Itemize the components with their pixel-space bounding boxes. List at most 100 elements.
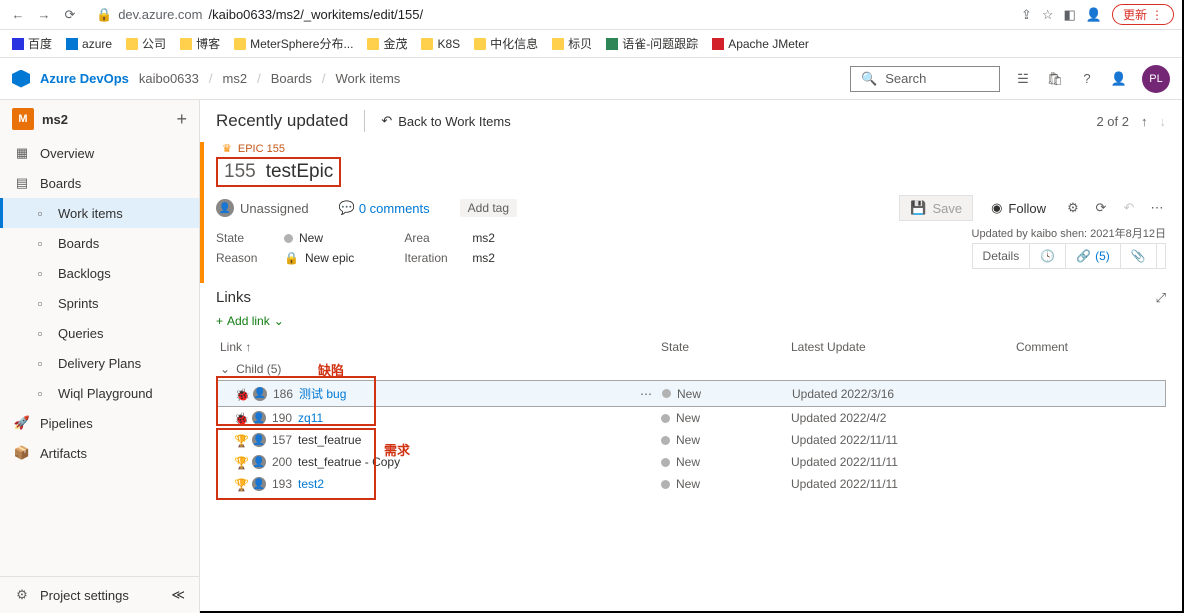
more-icon[interactable]: ⋯ [1148,199,1166,217]
share-icon[interactable]: ⇪ [1021,7,1032,23]
next-item-icon[interactable]: ↓ [1160,114,1167,129]
iteration-value[interactable]: ms2 [472,251,495,265]
chevron-down-icon: ⌄ [274,314,284,328]
updated-by: Updated by kaibo shen: 2021年8月12日 [972,225,1166,241]
avatar[interactable]: PL [1142,65,1170,93]
gear-icon[interactable]: ⚙ [1064,199,1082,217]
crumb-org[interactable]: kaibo0633 [139,71,199,86]
sidebar-item[interactable]: ▫Boards [0,228,199,258]
rocket-icon: 🚀 [14,415,30,431]
tab-details[interactable]: Details [973,244,1031,268]
product-name[interactable]: Azure DevOps [40,71,129,86]
bookmark-item[interactable]: 标贝 [552,35,592,52]
work-item-type: EPIC 155 [238,143,285,155]
bookmark-item[interactable]: Apache JMeter [712,37,809,51]
crown-icon: ♛ [222,142,232,155]
work-item-title: testEpic [266,161,334,183]
link-row[interactable]: 🏆👤157test_featrueNewUpdated 2022/11/11 [216,429,1166,451]
sidebar-item[interactable]: ▫Work items [0,198,199,228]
eye-icon: ◉ [991,200,1002,216]
project-badge: M [12,108,34,130]
ado-logo-icon[interactable] [12,70,30,88]
sidebar-item[interactable]: 🚀Pipelines [0,408,199,438]
reload-icon[interactable]: ⟳ [60,7,80,23]
sidebar-item[interactable]: 📦Artifacts [0,438,199,468]
collapse-icon[interactable]: ≪ [171,587,185,603]
search-icon: 🔍 [861,71,877,87]
sidebar-item[interactable]: ▫Wiql Playground [0,378,199,408]
child-group-header[interactable]: ⌄ Child (5) [216,358,1166,380]
bookmark-item[interactable]: 金茂 [367,35,407,52]
project-name[interactable]: ms2 [42,112,176,127]
add-tag-button[interactable]: Add tag [460,199,517,217]
work-item-id: 155 [224,161,256,183]
crumb-page[interactable]: Work items [336,71,401,86]
bookmark-item[interactable]: azure [66,37,112,51]
tab-attachments[interactable]: 📎 [1121,244,1157,268]
sidebar-item[interactable]: ▫Queries [0,318,199,348]
refresh-icon[interactable]: ⟳ [1092,199,1110,217]
crumb-project[interactable]: ms2 [223,71,248,86]
user-settings-icon[interactable]: 👤 [1110,70,1128,88]
link-title[interactable]: test2 [298,477,324,491]
help-icon[interactable]: ? [1078,70,1096,88]
panel-icon[interactable]: ◧ [1064,7,1076,23]
comments-link[interactable]: 💬 0 comments [339,200,430,216]
url-host: dev.azure.com [118,7,202,22]
reason-value[interactable]: 🔒New epic [284,251,354,265]
board-icon: ▤ [14,175,30,191]
bookmarks-bar: 百度 azure 公司博客 MeterSphere分布... 金茂 K8S 中化信息标贝语雀… [0,30,1182,58]
link-row[interactable]: 🏆👤193test2NewUpdated 2022/11/11 [216,473,1166,495]
star-icon[interactable]: ☆ [1042,7,1054,23]
bookmark-item[interactable]: MeterSphere分布... [234,35,353,52]
sidebar-item[interactable]: ▫Delivery Plans [0,348,199,378]
filter-icon[interactable]: ☱ [1014,70,1032,88]
update-button[interactable]: 更新⋮ [1112,4,1174,25]
sidebar-item[interactable]: ▦Overview [0,138,199,168]
add-link-button[interactable]: + Add link ⌄ [216,314,1166,328]
sidebar-item[interactable]: ▫Sprints [0,288,199,318]
state-value[interactable]: New [284,231,323,245]
bookmark-item[interactable]: 中化信息 [474,35,538,52]
project-settings-link[interactable]: Project settings [40,588,129,603]
sidebar-item[interactable]: ▤Boards [0,168,199,198]
back-icon[interactable]: ← [8,7,28,23]
attachment-icon: 📎 [1131,249,1146,263]
revert-icon[interactable]: ↶ [1120,199,1138,217]
assignee-field[interactable]: 👤 Unassigned [216,199,309,217]
tab-links[interactable]: 🔗(5) [1066,244,1121,268]
link-title[interactable]: zq11 [298,411,323,425]
tab-history[interactable]: 🕓 [1030,244,1066,268]
link-title[interactable]: 测试 bug [299,385,346,402]
type-color-bar [200,142,204,283]
address-bar[interactable]: 🔒 dev.azure.com/kaibo0633/ms2/_workitems… [92,7,1009,23]
row-more-icon[interactable]: ⋯ [640,387,652,401]
link-title[interactable]: test_featrue [298,433,361,447]
profile-icon[interactable]: 👤 [1086,7,1102,23]
back-to-work-items[interactable]: ↶ Back to Work Items [381,113,510,129]
view-title[interactable]: Recently updated [216,111,348,131]
bookmark-item[interactable]: 公司 [126,35,166,52]
expand-icon[interactable]: ⤢ [1156,290,1166,306]
bookmark-item[interactable]: 博客 [180,35,220,52]
link-row[interactable]: 🏆👤200test_featrue - CopyNewUpdated 2022/… [216,451,1166,473]
person-icon: 👤 [252,455,266,469]
link-row[interactable]: 🐞👤190zq11NewUpdated 2022/4/2 [216,407,1166,429]
area-value[interactable]: ms2 [472,231,495,245]
link-row[interactable]: 🐞👤186测试 bug⋯NewUpdated 2022/3/16 [216,380,1166,407]
prev-item-icon[interactable]: ↑ [1141,114,1148,129]
state-label: State [216,231,264,245]
bookmark-item[interactable]: 语雀-问题跟踪 [606,35,698,52]
search-input[interactable]: 🔍 Search [850,66,1000,92]
bookmark-item[interactable]: K8S [421,37,460,51]
person-icon: 👤 [252,433,266,447]
follow-button[interactable]: ◉ Follow [983,196,1054,220]
bag-icon[interactable]: 🛍 [1046,70,1064,88]
add-icon[interactable]: + [176,109,187,130]
forward-icon[interactable]: → [34,7,54,23]
chevron-down-icon: ⌄ [220,362,230,376]
work-item-title-row[interactable]: 155 testEpic [216,157,341,187]
bookmark-item[interactable]: 百度 [12,35,52,52]
crumb-section[interactable]: Boards [271,71,312,86]
sidebar-item[interactable]: ▫Backlogs [0,258,199,288]
